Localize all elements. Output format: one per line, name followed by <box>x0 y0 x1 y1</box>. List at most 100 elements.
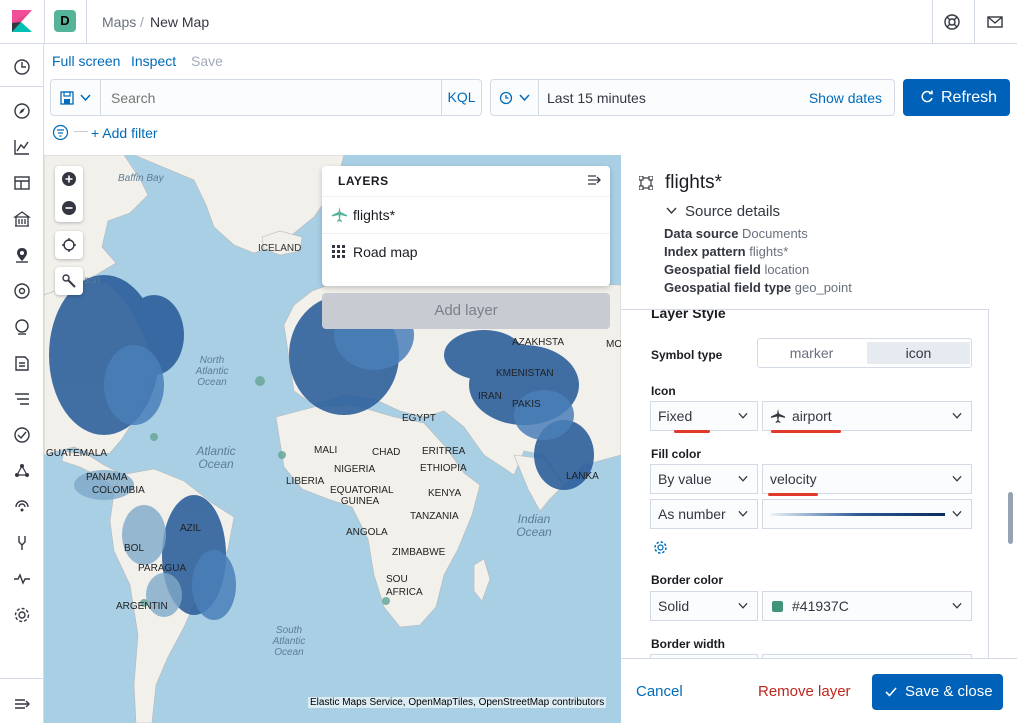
space-avatar[interactable]: D <box>54 10 76 32</box>
annotation-underline <box>771 430 841 433</box>
side-nav <box>0 44 44 723</box>
breadcrumb-new-map: New Map <box>150 14 210 30</box>
saved-query-button[interactable] <box>51 80 101 115</box>
graph-icon[interactable] <box>13 462 31 480</box>
date-range-label[interactable]: Last 15 minutes <box>547 90 646 106</box>
map-label: ARGENTIN <box>116 601 168 612</box>
clock-icon <box>499 91 513 105</box>
collapse-icon[interactable] <box>13 695 31 713</box>
fill-color-label: Fill color <box>651 447 702 461</box>
dashboard-icon[interactable] <box>13 174 31 192</box>
collapse-panel-icon[interactable] <box>587 174 601 186</box>
logs-icon[interactable] <box>13 354 31 372</box>
symbol-marker-option[interactable]: marker <box>758 339 865 367</box>
divider <box>932 0 933 44</box>
layer-item-flights[interactable]: flights* <box>322 196 610 232</box>
border-color-picker[interactable]: #41937C <box>762 591 972 621</box>
zoom-out-icon[interactable] <box>61 200 77 216</box>
apm-icon[interactable] <box>13 390 31 408</box>
divider <box>44 0 45 44</box>
kv-value: flights* <box>749 244 789 259</box>
map-attribution[interactable]: Elastic Maps Service, OpenMapTiles, Open… <box>308 697 607 708</box>
map-label: TANZANIA <box>410 511 459 522</box>
save-close-button[interactable]: Save & close <box>872 674 1003 710</box>
gear-icon[interactable] <box>653 540 668 555</box>
map-label: LANKA <box>566 471 599 482</box>
metrics-icon[interactable] <box>13 318 31 336</box>
visualize-icon[interactable] <box>13 138 31 156</box>
icon-value-select[interactable]: airport <box>762 401 972 431</box>
map-label: KMENISTAN <box>496 368 554 379</box>
kv-value: geo_point <box>794 280 852 295</box>
map-label: South Atlantic Ocean <box>272 625 306 658</box>
zoom-controls <box>55 166 83 222</box>
map-label: CHAD <box>372 447 401 458</box>
canvas-icon[interactable] <box>13 210 31 228</box>
filter-icon[interactable] <box>52 124 69 141</box>
show-dates-link[interactable]: Show dates <box>809 90 882 106</box>
map-label: COLOMBIA <box>92 485 145 496</box>
layer-label: flights* <box>353 207 396 223</box>
date-picker: Last 15 minutes Show dates <box>490 79 895 116</box>
quick-menu-button[interactable] <box>491 80 539 115</box>
mail-icon[interactable] <box>986 13 1004 31</box>
dev-tools-icon[interactable] <box>13 534 31 552</box>
help-icon[interactable] <box>943 13 961 31</box>
icon-mode-select[interactable]: Fixed <box>650 401 758 431</box>
maps-icon[interactable] <box>13 246 31 264</box>
zoom-in-icon[interactable] <box>61 171 77 187</box>
border-mode-select[interactable]: Solid <box>650 591 758 621</box>
map-label: GUATEMALA <box>46 448 107 459</box>
breadcrumb-separator: / <box>140 14 144 30</box>
save-link[interactable]: Save <box>191 53 223 69</box>
heartbeat-icon[interactable] <box>13 570 31 588</box>
kql-toggle[interactable]: KQL <box>441 80 481 115</box>
select-value: Fixed <box>658 408 693 424</box>
map-label: Indian Ocean <box>516 512 552 539</box>
add-layer-button[interactable]: Add layer <box>322 293 610 329</box>
search-input[interactable] <box>101 80 443 115</box>
fill-field-select[interactable]: velocity <box>762 464 972 494</box>
remove-layer-button[interactable]: Remove layer <box>758 683 851 700</box>
compass-icon[interactable] <box>13 102 31 120</box>
divider <box>86 0 87 44</box>
ml-icon[interactable] <box>13 282 31 300</box>
add-filter-link[interactable]: + Add filter <box>91 125 158 141</box>
full-screen-link[interactable]: Full screen <box>52 53 120 69</box>
symbol-icon-option[interactable]: icon <box>867 342 970 364</box>
color-ramp-select[interactable] <box>762 499 972 529</box>
draw-tool-button[interactable] <box>55 267 83 295</box>
map-label: ZIMBABWE <box>392 547 446 558</box>
breadcrumb-maps[interactable]: Maps <box>102 14 136 30</box>
annotation-underline <box>674 430 710 433</box>
map-label: ERITREA <box>422 446 466 457</box>
uptime-icon[interactable] <box>13 426 31 444</box>
refresh-button[interactable]: Refresh <box>903 79 1010 116</box>
annotation-underline <box>768 493 818 496</box>
layer-item-road-map[interactable]: Road map <box>322 233 610 269</box>
map-label: IRAN <box>478 391 502 402</box>
select-value: velocity <box>770 471 817 487</box>
management-icon[interactable] <box>13 606 31 624</box>
inspect-link[interactable]: Inspect <box>131 53 176 69</box>
panel-scrollbar[interactable] <box>1008 492 1013 544</box>
color-swatch <box>772 601 783 612</box>
source-details-toggle[interactable]: Source details <box>685 203 780 220</box>
monitoring-icon[interactable] <box>13 498 31 516</box>
grid-icon <box>332 245 345 258</box>
divider <box>974 0 975 44</box>
map-label: ICELAND <box>258 243 302 254</box>
kibana-logo-icon[interactable] <box>12 10 32 32</box>
map-label: ETHIOPIA <box>420 463 467 474</box>
fill-mode-select[interactable]: By value <box>650 464 758 494</box>
divider <box>0 86 43 87</box>
fill-format-select[interactable]: As number <box>650 499 758 529</box>
fit-to-data-button[interactable] <box>55 231 83 259</box>
map-label: Baffin Bay <box>118 173 164 184</box>
map-label: North Atlantic Ocean <box>195 355 229 388</box>
map-label: EQUATORIAL GUINEA <box>330 485 394 507</box>
kv-key: Geospatial field <box>664 262 761 277</box>
chevron-down-icon[interactable] <box>666 207 677 215</box>
clock-icon[interactable] <box>13 58 31 76</box>
cancel-button[interactable]: Cancel <box>636 683 683 700</box>
